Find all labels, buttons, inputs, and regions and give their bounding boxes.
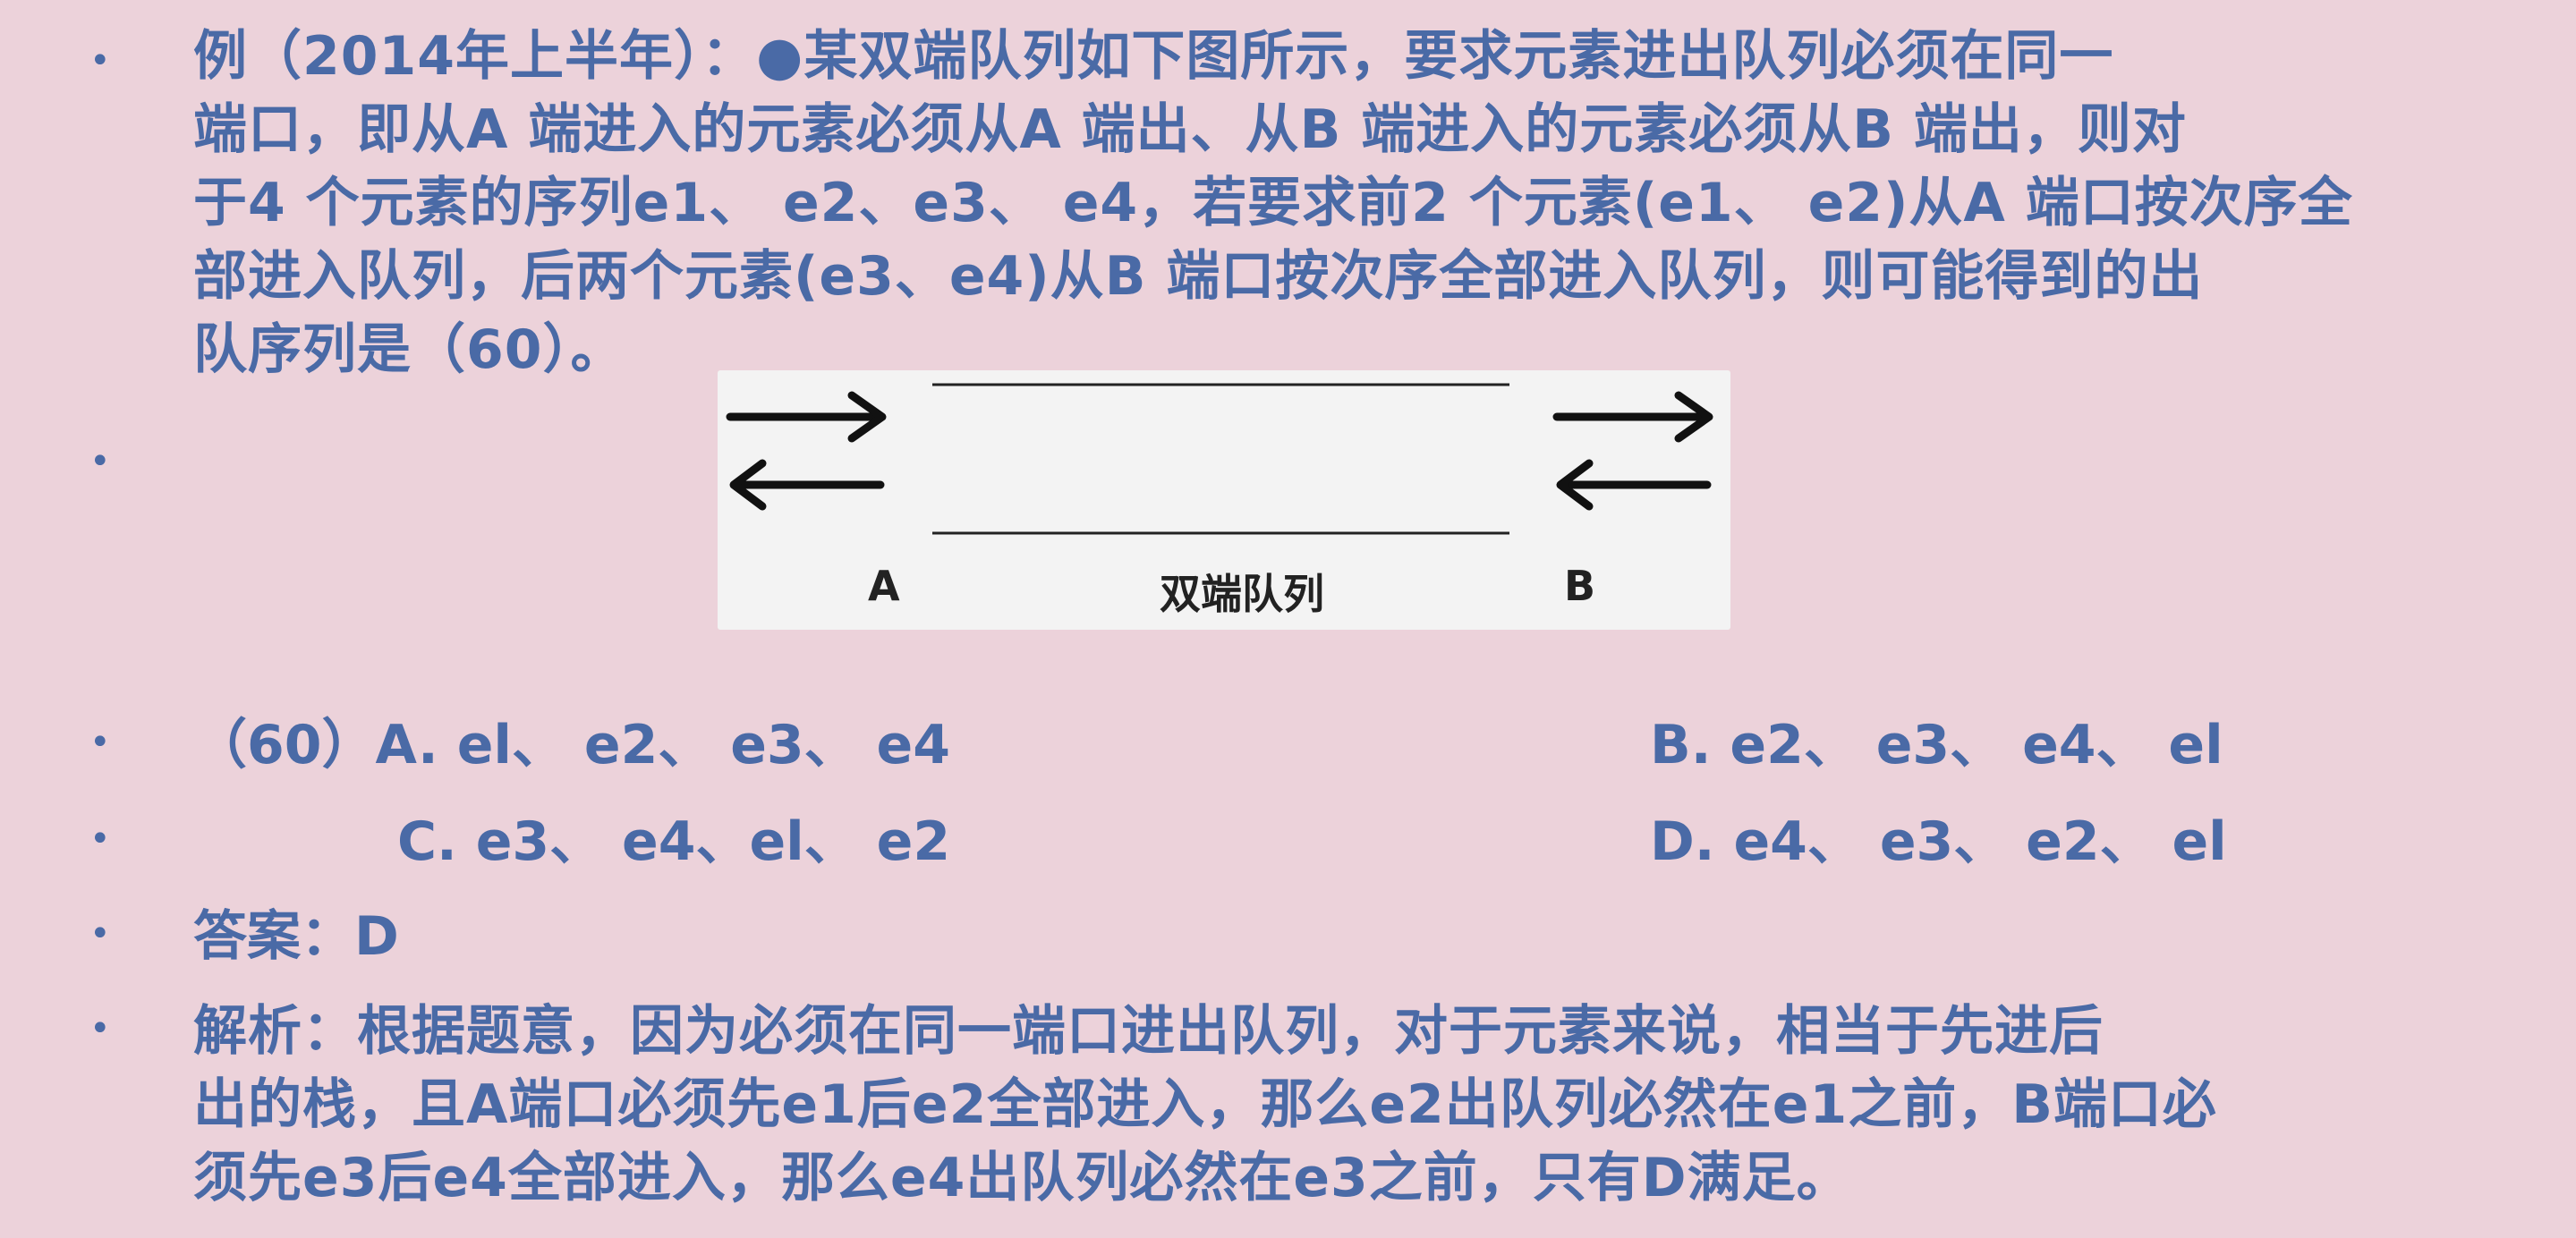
- bullet-dot: •: [89, 722, 111, 763]
- option-c: C. e3、 e4、el、 e2: [397, 810, 951, 873]
- slide: • • • • • • 例（2014年上半年）：●某双端队列如下图所示，要求元素…: [0, 0, 2576, 1238]
- bullet-dot: •: [89, 1008, 111, 1049]
- arrow-right-icon: [726, 391, 887, 443]
- bullet-dot: •: [89, 441, 111, 482]
- question-line: 于4 个元素的序列e1、 e2、e3、 e4，若要求前2 个元素(e1、 e2)…: [193, 172, 2353, 234]
- deque-diagram: A 双端队列 B: [718, 370, 1730, 630]
- bullet-dot: •: [89, 818, 111, 860]
- question-line: 例（2014年上半年）：●某双端队列如下图所示，要求元素进出队列必须在同一: [193, 25, 2114, 88]
- question-line: 部进入队列，后两个元素(e3、e4)从B 端口按次序全部进入队列，则可能得到的出: [193, 245, 2204, 308]
- question-text: 例（2014年上半年）：●某双端队列如下图所示，要求元素进出队列必须在同一 端口…: [193, 20, 2353, 386]
- port-a-label: A: [868, 562, 900, 610]
- question-line: 端口，即从A 端进入的元素必须从A 端出、从B 端进入的元素必须从B 端出，则对: [193, 98, 2187, 161]
- bullet-dot: •: [89, 40, 111, 81]
- analysis-line: 解析：根据题意，因为必须在同一端口进出队列，对于元素来说，相当于先进后: [193, 1000, 2104, 1063]
- arrow-left-icon: [729, 459, 885, 511]
- analysis-text: 解析：根据题意，因为必须在同一端口进出队列，对于元素来说，相当于先进后 出的栈，…: [193, 995, 2217, 1215]
- arrow-right-icon: [1552, 391, 1713, 443]
- option-b: B. e2、 e3、 e4、 el: [1650, 714, 2223, 776]
- diagram-caption: 双端队列: [1160, 570, 1324, 618]
- analysis-line: 须先e3后e4全部进入，那么e4出队列必然在e3之前，只有D满足。: [193, 1147, 1851, 1209]
- option-a: （60）A. el、 e2、 e3、 e4: [193, 714, 950, 776]
- bullet-dot: •: [89, 913, 111, 954]
- answer-text: 答案：D: [193, 905, 399, 968]
- arrow-left-icon: [1556, 459, 1712, 511]
- option-d: D. e4、 e3、 e2、 el: [1650, 810, 2227, 873]
- port-b-label: B: [1564, 562, 1596, 610]
- analysis-line: 出的栈，且A端口必须先e1后e2全部进入，那么e2出队列必然在e1之前，B端口必: [193, 1073, 2217, 1136]
